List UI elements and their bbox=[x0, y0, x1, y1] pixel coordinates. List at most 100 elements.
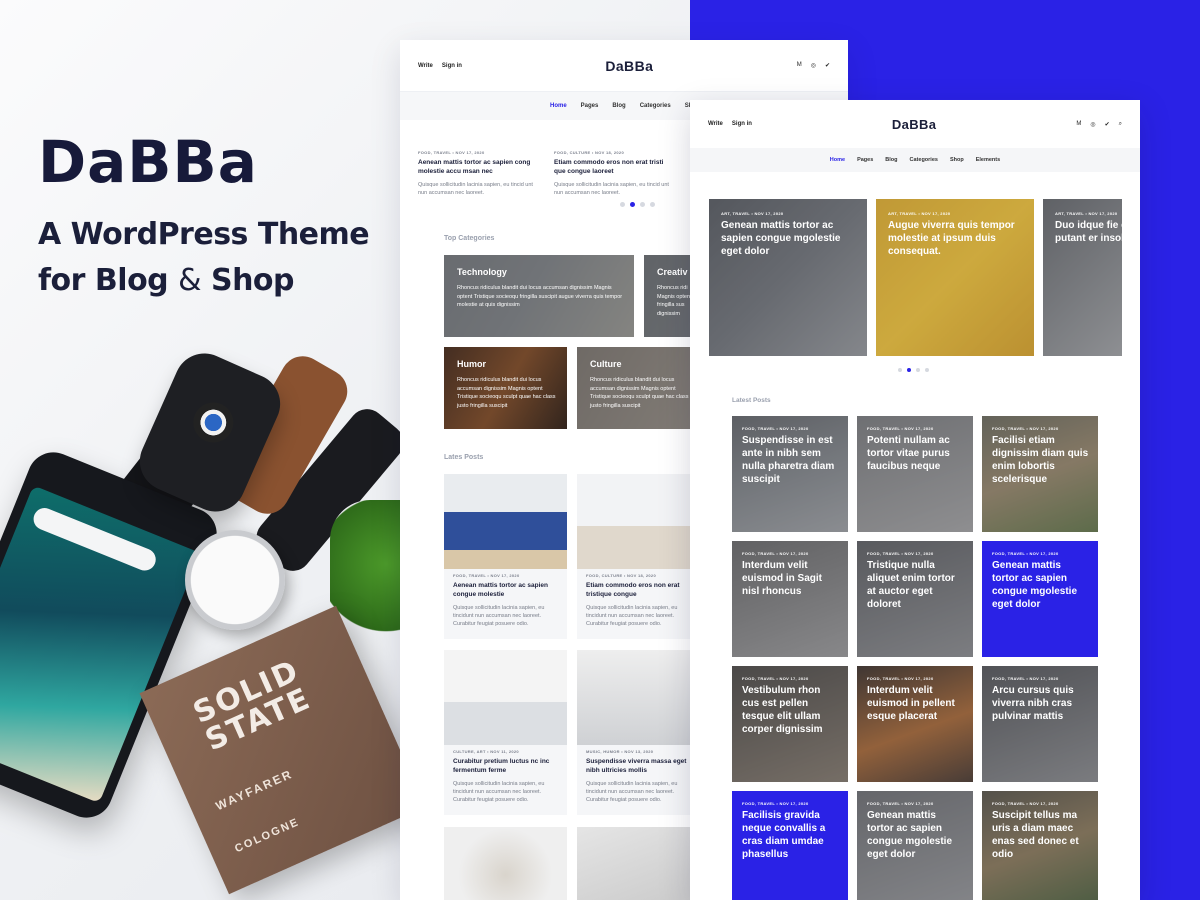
tagline-line2: for Blog & Shop bbox=[38, 258, 369, 304]
tile-title[interactable]: Genean mattis tortor ac sapien congue mg… bbox=[992, 559, 1090, 611]
post-card[interactable]: MUSIC, HUMOR • NOV 13, 2020 Suspendisse … bbox=[577, 650, 700, 815]
slider-card[interactable]: ART, TRAVEL • NOV 17, 2020 Augue viverra… bbox=[876, 199, 1034, 356]
post-title[interactable]: Etiam commodo eros non erat tristique co… bbox=[586, 581, 692, 599]
post-card[interactable]: FOOD, CULTURE • NOV 18, 2020 Etiam commo… bbox=[577, 474, 700, 639]
post-tile[interactable]: FOOD, TRAVEL • NOV 17, 2020 Genean mattis… bbox=[857, 791, 973, 900]
post-card[interactable]: FOOD, TRAVEL • NOV 17, 2020 Aenean matti… bbox=[444, 474, 567, 639]
post-image[interactable] bbox=[444, 474, 567, 569]
instagram-icon[interactable]: ◎ bbox=[811, 62, 816, 69]
medium-icon[interactable]: M bbox=[1076, 121, 1081, 128]
signin-link[interactable]: Sign in bbox=[442, 63, 462, 69]
carousel-dot[interactable] bbox=[640, 202, 645, 207]
post-card[interactable] bbox=[444, 827, 567, 900]
post-tile[interactable]: FOOD, TRAVEL • NOV 17, 2020 Interdum veli… bbox=[857, 666, 973, 782]
slider-dot[interactable] bbox=[898, 368, 902, 372]
post-image[interactable] bbox=[577, 474, 700, 569]
post-title[interactable]: Suspendisse viverra massa eget nibh ultr… bbox=[586, 757, 692, 775]
nav-blog[interactable]: Blog bbox=[885, 157, 897, 163]
slider-card[interactable]: ART, TRAVEL • NOV 17, 2020 Duo idque fie… bbox=[1043, 199, 1122, 356]
featured-post[interactable]: FOOD, CULTURE • NOV 18, 2020 Etiam commo… bbox=[554, 150, 672, 197]
post-card[interactable] bbox=[577, 827, 700, 900]
post-excerpt: Quisque sollicitudin lacinia sapien, eu t… bbox=[453, 781, 545, 803]
post-title[interactable]: Aenean mattis tortor ac sapien cong mole… bbox=[418, 158, 536, 176]
category-card-humor[interactable]: Humor Rhoncus ridiculus blandit dui locu… bbox=[444, 347, 567, 429]
nav-home[interactable]: Home bbox=[550, 103, 567, 109]
post-meta: FOOD, CULTURE • NOV 18, 2020 bbox=[554, 150, 624, 155]
tile-title[interactable]: Genean mattis tortor ac sapien congue mg… bbox=[867, 809, 965, 861]
magazine-logo[interactable]: DaBBa bbox=[892, 117, 937, 132]
nav-categories[interactable]: Categories bbox=[640, 103, 671, 109]
blog-logo[interactable]: DaBBa bbox=[605, 58, 653, 74]
tile-title[interactable]: Suspendisse in est ante in nibh sem null… bbox=[742, 434, 840, 486]
write-link[interactable]: Write bbox=[708, 121, 723, 127]
carousel-dot-active[interactable] bbox=[630, 202, 635, 207]
post-tile[interactable]: FOOD, TRAVEL • NOV 17, 2020 Facilisi etia… bbox=[982, 416, 1098, 532]
nav-shop[interactable]: Shop bbox=[950, 157, 964, 163]
signin-link[interactable]: Sign in bbox=[732, 121, 752, 127]
post-title[interactable]: Curabitur pretium luctus nc inc fermentu… bbox=[453, 757, 559, 775]
nav-pages[interactable]: Pages bbox=[857, 157, 873, 163]
slide-title[interactable]: Augue viverra quis tempor molestie at ip… bbox=[888, 219, 1026, 258]
tile-title[interactable]: Interdum velit euismod in pellent esque … bbox=[867, 684, 965, 723]
post-meta: FOOD, TRAVEL • NOV 17, 2020 bbox=[453, 573, 520, 578]
instagram-icon[interactable]: ◎ bbox=[1090, 121, 1095, 128]
post-excerpt: Quisque sollicitudin lacinia sapien, eu t… bbox=[586, 605, 678, 627]
category-name: Technology bbox=[457, 267, 507, 277]
post-tile[interactable]: FOOD, TRAVEL • NOV 17, 2020 Interdum veli… bbox=[732, 541, 848, 657]
nav-pages[interactable]: Pages bbox=[581, 103, 599, 109]
tile-meta: FOOD, TRAVEL • NOV 17, 2020 bbox=[867, 426, 934, 431]
tile-meta: FOOD, TRAVEL • NOV 17, 2020 bbox=[867, 551, 934, 556]
tile-title[interactable]: Arcu cursus quis viverra nibh cras pulvi… bbox=[992, 684, 1090, 723]
slide-title[interactable]: Duo idque fie ea putant er insolens bbox=[1055, 219, 1122, 245]
tile-meta: FOOD, TRAVEL • NOV 17, 2020 bbox=[992, 676, 1059, 681]
search-icon[interactable]: ⌕ bbox=[1119, 121, 1122, 128]
post-title[interactable]: Aenean mattis tortor ac sapien congue mo… bbox=[453, 581, 559, 599]
post-excerpt: Quisque sollicitudin lacinia sapien, eu t… bbox=[586, 781, 678, 803]
latest-posts-heading: Latest Posts bbox=[732, 397, 771, 404]
carousel-dot[interactable] bbox=[650, 202, 655, 207]
post-excerpt: Quisque sollicitudin lacinia sapien, eu … bbox=[418, 182, 533, 196]
post-tile[interactable]: FOOD, TRAVEL • NOV 17, 2020 Tristique nul… bbox=[857, 541, 973, 657]
post-tile[interactable]: FOOD, TRAVEL • NOV 17, 2020 Arcu cursus q… bbox=[982, 666, 1098, 782]
post-tile[interactable]: FOOD, TRAVEL • NOV 17, 2020 Suscipit tell… bbox=[982, 791, 1098, 900]
carousel-dot[interactable] bbox=[620, 202, 625, 207]
write-link[interactable]: Write bbox=[418, 63, 433, 69]
slider-card[interactable]: ART, TRAVEL • NOV 17, 2020 Genean mattis… bbox=[709, 199, 867, 356]
medium-icon[interactable]: M bbox=[797, 62, 802, 69]
slider-dot[interactable] bbox=[925, 368, 929, 372]
tile-title[interactable]: Facilisi etiam dignissim diam quis enim … bbox=[992, 434, 1090, 486]
slide-title[interactable]: Genean mattis tortor ac sapien congue mg… bbox=[721, 219, 859, 258]
tile-title[interactable]: Facilisis gravida neque convallis a cras… bbox=[742, 809, 840, 861]
post-title[interactable]: Etiam commodo eros non erat tristi que c… bbox=[554, 158, 672, 176]
post-image[interactable] bbox=[444, 650, 567, 745]
post-image[interactable] bbox=[577, 650, 700, 745]
carousel-dots bbox=[620, 202, 655, 207]
nav-categories[interactable]: Categories bbox=[910, 157, 938, 163]
post-meta: MUSIC, HUMOR • NOV 13, 2020 bbox=[586, 749, 654, 754]
nav-elements[interactable]: Elements bbox=[976, 157, 1000, 163]
tile-title[interactable]: Potenti nullam ac tortor vitae purus fau… bbox=[867, 434, 965, 473]
slider-dot[interactable] bbox=[916, 368, 920, 372]
tile-meta: FOOD, TRAVEL • NOV 17, 2020 bbox=[992, 801, 1059, 806]
post-meta: FOOD, CULTURE • NOV 18, 2020 bbox=[586, 573, 656, 578]
nav-home[interactable]: Home bbox=[830, 157, 845, 163]
twitter-icon[interactable]: ✔ bbox=[1105, 121, 1110, 128]
post-tile[interactable]: FOOD, TRAVEL • NOV 17, 2020 Potenti nulla… bbox=[857, 416, 973, 532]
post-card[interactable]: CULTURE, ART • NOV 11, 2020 Curabitur pr… bbox=[444, 650, 567, 815]
tile-title[interactable]: Tristique nulla aliquet enim tortor at a… bbox=[867, 559, 965, 611]
tile-title[interactable]: Vestibulum rhon cus est pellen tesque el… bbox=[742, 684, 840, 736]
category-card-technology[interactable]: Technology Rhoncus ridiculus blandit dui… bbox=[444, 255, 634, 337]
post-tile[interactable]: FOOD, TRAVEL • NOV 17, 2020 Facilisis gra… bbox=[732, 791, 848, 900]
tile-meta: FOOD, TRAVEL • NOV 17, 2020 bbox=[742, 801, 809, 806]
featured-post[interactable]: FOOD, TRAVEL • NOV 17, 2020 Aenean matti… bbox=[418, 150, 536, 197]
tile-title[interactable]: Suscipit tellus ma uris a diam maec enas… bbox=[992, 809, 1090, 861]
post-tile[interactable]: FOOD, TRAVEL • NOV 17, 2020 Genean mattis… bbox=[982, 541, 1098, 657]
post-tile[interactable]: FOOD, TRAVEL • NOV 17, 2020 Vestibulum rh… bbox=[732, 666, 848, 782]
category-card-culture[interactable]: Culture Rhoncus ridiculus blandit dui lo… bbox=[577, 347, 700, 429]
slider-dot-active[interactable] bbox=[907, 368, 911, 372]
twitter-icon[interactable]: ✔ bbox=[825, 62, 830, 69]
nav-blog[interactable]: Blog bbox=[612, 103, 625, 109]
tile-title[interactable]: Interdum velit euismod in Sagit nisl rho… bbox=[742, 559, 840, 598]
post-tile[interactable]: FOOD, TRAVEL • NOV 17, 2020 Suspendisse i… bbox=[732, 416, 848, 532]
post-meta: FOOD, TRAVEL • NOV 17, 2020 bbox=[418, 150, 485, 155]
